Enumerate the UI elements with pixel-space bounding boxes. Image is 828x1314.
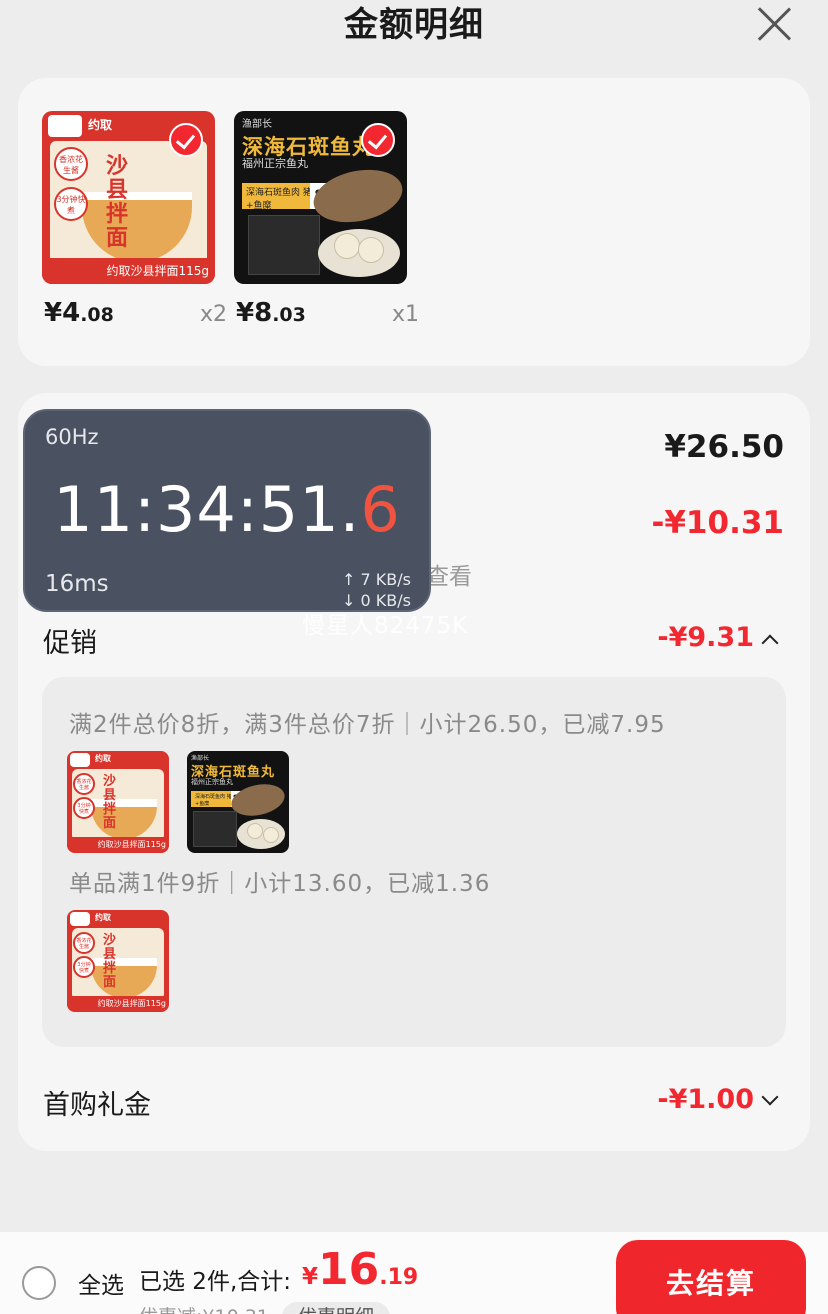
select-all-radio[interactable]	[22, 1266, 56, 1300]
refresh-rate: 60Hz	[45, 425, 99, 449]
first-purchase-gift-amount[interactable]: -¥1.00	[657, 1084, 754, 1115]
chevron-up-icon[interactable]	[761, 634, 779, 652]
discount-detail-button[interactable]: 优惠明细	[282, 1302, 390, 1314]
selected-count-label: 已选 2件,合计:	[139, 1269, 292, 1295]
amount-detail-sheet: 金额明细 约取 沙县拌面 香浓花生酱 3分钟快煮 约取沙县拌面115g ¥4.0…	[0, 0, 828, 1314]
product-item-fishball[interactable]: 渔部长 深海石斑鱼丸 福州正宗鱼丸 深海石斑鱼肉 猪肉+鱼糜 80 ¥8.03 …	[234, 111, 419, 338]
total-discount-amount: -¥10.31	[651, 505, 785, 541]
view-detail-link[interactable]: 查看	[426, 557, 472, 591]
fps-overlay-widget[interactable]: 60Hz 11:34:51.6 16ms ↑ 7 KB/s ↓ 0 KB/s	[23, 409, 431, 612]
select-all-label[interactable]: 全选	[78, 1266, 124, 1300]
checkout-button[interactable]: 去结算	[616, 1240, 806, 1314]
close-icon[interactable]	[754, 4, 794, 44]
product-item-noodle[interactable]: 约取 沙县拌面 香浓花生酱 3分钟快煮 约取沙县拌面115g ¥4.08 x2	[42, 111, 227, 338]
promo-thumb-fishball[interactable]: 渔部长 深海石斑鱼丸 福州正宗鱼丸 深海石斑鱼肉 猪肉+鱼糜 80	[187, 751, 289, 853]
discount-summary: 优惠减:¥10.31	[139, 1302, 269, 1314]
first-purchase-gift-label: 首购礼金	[43, 1090, 151, 1121]
checkout-bar: 全选 已选 2件,合计: ¥16.19 优惠减:¥10.31 优惠明细 去结算	[0, 1232, 828, 1314]
product-quantity: x1	[391, 302, 419, 327]
product-image-noodle[interactable]: 约取 沙县拌面 香浓花生酱 3分钟快煮 约取沙县拌面115g	[42, 111, 215, 284]
promotion-rule-2: 单品满1件9折｜小计13.60，已减1.36	[69, 871, 491, 897]
total-amount: ¥16.19	[302, 1244, 419, 1295]
upload-speed: ↑ 7 KB/s	[342, 570, 411, 589]
download-speed: ↓ 0 KB/s	[342, 591, 411, 610]
promotion-amount[interactable]: -¥9.31	[657, 622, 754, 653]
clock-readout: 11:34:51.6	[53, 473, 401, 546]
selected-check-icon[interactable]	[169, 123, 203, 157]
goods-total-amount: ¥26.50	[664, 429, 784, 465]
selected-check-icon[interactable]	[361, 123, 395, 157]
promotion-detail-box: 满2件总价8折，满3件总价7折｜小计26.50，已减7.95 约取 沙县拌面 香…	[42, 677, 786, 1047]
selected-products-card: 约取 沙县拌面 香浓花生酱 3分钟快煮 约取沙县拌面115g ¥4.08 x2 …	[18, 78, 810, 366]
product-price: ¥8.03	[236, 298, 306, 328]
product-image-fishball[interactable]: 渔部长 深海石斑鱼丸 福州正宗鱼丸 深海石斑鱼肉 猪肉+鱼糜 80	[234, 111, 407, 284]
frame-time: 16ms	[45, 571, 109, 597]
product-quantity: x2	[199, 302, 227, 327]
promotion-label: 促销	[43, 628, 97, 659]
chevron-down-icon[interactable]	[761, 1088, 779, 1106]
promotion-rule-1: 满2件总价8折，满3件总价7折｜小计26.50，已减7.95	[69, 712, 666, 738]
promo-thumb-noodle[interactable]: 约取 沙县拌面 香浓花生酱 3分钟快煮 约取沙县拌面115g	[67, 910, 169, 1012]
page-title: 金额明细	[344, 5, 484, 45]
promo-thumb-noodle[interactable]: 约取 沙县拌面 香浓花生酱 3分钟快煮 约取沙县拌面115g	[67, 751, 169, 853]
network-speed: ↑ 7 KB/s ↓ 0 KB/s	[342, 569, 411, 611]
product-price: ¥4.08	[44, 298, 114, 328]
